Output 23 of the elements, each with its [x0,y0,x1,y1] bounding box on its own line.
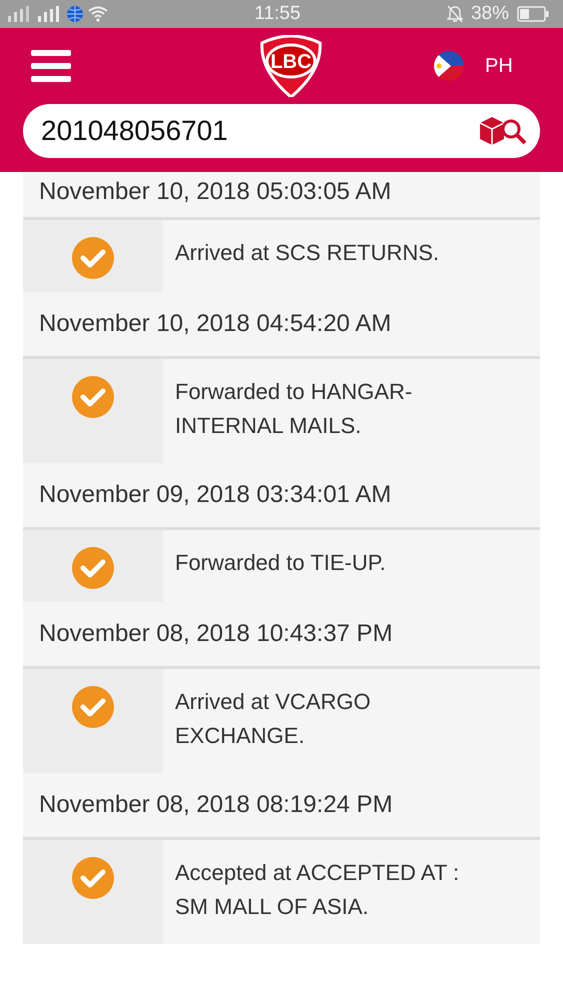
event-description: Accepted at ACCEPTED AT : SM MALL OF ASIA. [175,860,460,919]
event-datetime: November 08, 2018 08:19:24 PM [39,791,393,819]
globe-icon [66,5,84,23]
event-datetime: November 10, 2018 04:54:20 AM [39,310,392,338]
event-description: Arrived at SCS RETURNS. [175,240,440,265]
menu-button[interactable] [31,50,71,82]
wifi-icon [88,6,108,22]
event-description: Arrived at VCARGO EXCHANGE. [175,689,371,748]
event-datetime: November 08, 2018 10:43:37 PM [39,620,393,648]
event-datetime: November 09, 2018 03:34:01 AM [39,481,392,509]
package-search-icon[interactable] [478,115,528,147]
bell-off-icon [446,5,463,23]
flag-icon [433,50,465,82]
country-code[interactable]: PH [485,54,513,78]
tracking-number-field[interactable]: 201048056701 [23,104,540,158]
status-time: 11:55 [254,3,301,25]
event-description: Forwarded to TIE-UP. [175,550,386,575]
event-description: Forwarded to HANGAR-INTERNAL MAILS. [175,379,412,438]
signal-icon [36,6,62,22]
battery-percent: 38% [470,3,509,25]
signal-icon [6,6,32,22]
battery-icon [516,6,549,22]
event-datetime: November 10, 2018 05:03:05 AM [39,178,392,206]
